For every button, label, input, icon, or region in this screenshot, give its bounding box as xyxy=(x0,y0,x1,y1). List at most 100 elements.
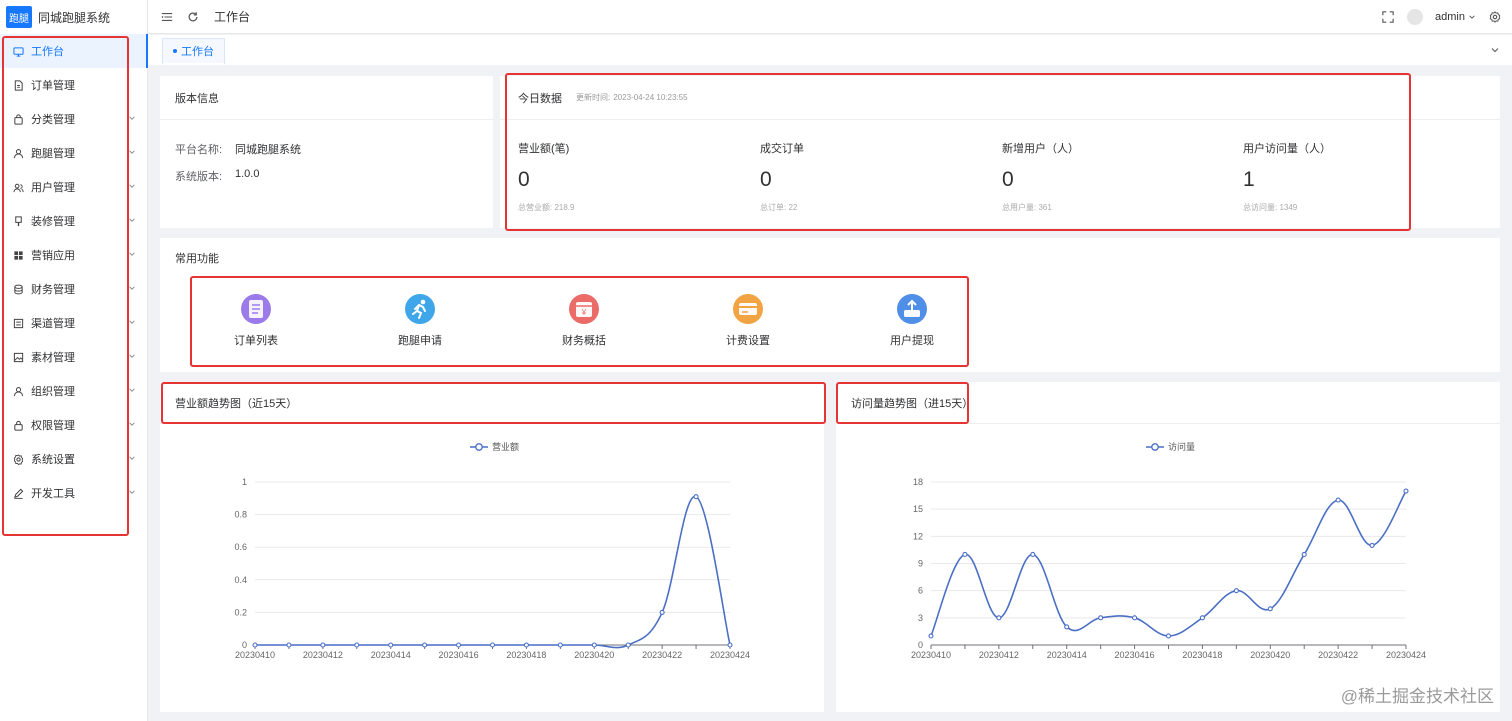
sidebar-item[interactable]: 系统设置 xyxy=(0,442,148,476)
sidebar-item[interactable]: 开发工具 xyxy=(0,476,148,510)
y-tick-label: 12 xyxy=(913,531,923,541)
data-point xyxy=(456,642,462,648)
data-point xyxy=(1030,551,1036,557)
pen-icon xyxy=(12,487,24,499)
sidebar-item[interactable]: 渠道管理 xyxy=(0,306,148,340)
stat-value: 0 xyxy=(760,168,772,191)
data-point xyxy=(659,609,665,615)
visits-line-chart: 0 3 6 9 12 15 18 20230410 20230412 20230414 202304… xyxy=(911,477,1426,660)
sidebar-item[interactable]: 订单管理 xyxy=(0,68,148,102)
stat-item: 新增用户（人） 0 总用户量: 361 xyxy=(1002,140,1079,213)
function-item[interactable]: 用户提现 xyxy=(872,294,952,348)
bag-icon xyxy=(12,113,24,125)
sidebar-item[interactable]: 跑腿管理 xyxy=(0,136,148,170)
data-point xyxy=(1335,497,1341,503)
data-point xyxy=(962,551,968,557)
stat-label: 营业额(笔) xyxy=(518,143,570,155)
yuan-calendar-icon: ¥ xyxy=(569,294,599,324)
y-tick-label: 18 xyxy=(913,477,923,487)
watermark: @稀土掘金技术社区 xyxy=(1340,687,1494,706)
stat-total: 总订单: 22 xyxy=(760,203,798,212)
grid-icon xyxy=(12,249,24,261)
sidebar-item-label: 开发工具 xyxy=(31,488,75,500)
x-tick-label: 20230412 xyxy=(303,650,343,660)
sidebar-item[interactable]: 分类管理 xyxy=(0,102,148,136)
function-item[interactable]: 订单列表 xyxy=(216,294,296,348)
stat-item: 成交订单 0 总订单: 22 xyxy=(760,140,804,213)
stat-label: 用户访问量（人） xyxy=(1243,143,1331,155)
sidebar-item[interactable]: 用户管理 xyxy=(0,170,148,204)
revenue-legend[interactable]: 营业额 xyxy=(470,440,519,453)
version-label: 系统版本: xyxy=(175,171,223,183)
data-point xyxy=(1267,606,1273,612)
sidebar-item-label: 订单管理 xyxy=(31,80,75,92)
y-tick-label: 0.6 xyxy=(234,542,247,552)
sidebar-item[interactable]: 工作台 xyxy=(0,34,148,68)
function-label: 财务概括 xyxy=(562,335,606,347)
data-point xyxy=(523,642,529,648)
sidebar-item-label: 跑腿管理 xyxy=(31,148,75,160)
refresh-icon[interactable] xyxy=(186,10,200,24)
runner-icon xyxy=(405,294,435,324)
sidebar-item[interactable]: 财务管理 xyxy=(0,272,148,306)
lock-icon xyxy=(12,419,24,431)
data-point xyxy=(252,642,258,648)
sidebar-item[interactable]: 权限管理 xyxy=(0,408,148,442)
updated-time: 2023-04-24 10:23:55 xyxy=(613,93,688,102)
chevron-down-icon xyxy=(129,320,135,324)
tabs-bar: 工作台 xyxy=(148,35,1512,65)
stat-label: 新增用户（人） xyxy=(1002,143,1079,155)
settings-gear-icon[interactable] xyxy=(1488,10,1502,24)
function-item[interactable]: 计费设置 xyxy=(708,294,788,348)
menu-fold-icon[interactable] xyxy=(160,10,174,24)
data-point xyxy=(1199,615,1205,621)
stat-total: 总用户量: 361 xyxy=(1002,203,1052,212)
visits-legend[interactable]: 访问量 xyxy=(1146,440,1195,453)
sidebar-item-label: 权限管理 xyxy=(31,420,75,432)
user-menu[interactable]: admin xyxy=(1435,11,1476,23)
tabs-dropdown-icon[interactable] xyxy=(1490,45,1500,55)
y-tick-label: 0 xyxy=(242,640,247,650)
data-point xyxy=(354,642,360,648)
tab-dashboard[interactable]: 工作台 xyxy=(162,38,225,65)
sidebar-item[interactable]: 组织管理 xyxy=(0,374,148,408)
chevron-down-icon xyxy=(129,354,135,358)
sidebar-item[interactable]: 营销应用 xyxy=(0,238,148,272)
y-tick-label: 0 xyxy=(918,640,923,650)
chevron-down-icon xyxy=(129,422,135,426)
function-item[interactable]: 跑腿申请 xyxy=(380,294,460,348)
x-tick-label: 20230418 xyxy=(506,650,546,660)
channel-icon xyxy=(12,317,24,329)
revenue-line-chart: 0 0.2 0.4 0.6 0.8 1 20230410 20230412 20230414 20… xyxy=(234,477,750,660)
y-tick-label: 9 xyxy=(918,559,923,569)
y-tick-label: 0.8 xyxy=(234,510,247,520)
chevron-down-icon xyxy=(129,218,135,222)
data-point xyxy=(693,494,699,500)
upload-icon xyxy=(897,294,927,324)
updated-label: 更新时间: xyxy=(576,93,611,102)
data-point xyxy=(1369,542,1375,548)
sidebar-item-label: 组织管理 xyxy=(31,386,75,398)
x-tick-label: 20230414 xyxy=(1047,650,1087,660)
data-point xyxy=(489,642,496,648)
sidebar-item[interactable]: 装修管理 xyxy=(0,204,148,238)
logo[interactable]: 跑腿 同城跑腿系统 xyxy=(0,0,147,34)
platform-value: 同城跑腿系统 xyxy=(235,144,301,156)
today-card-header: 今日数据 更新时间: 2023-04-24 10:23:55 xyxy=(500,76,1500,120)
sidebar-menu: 工作台订单管理分类管理跑腿管理用户管理 装修管理 营销应用 财务管理 渠道管理 素材管理组… xyxy=(0,34,148,510)
user-name: admin xyxy=(1435,11,1465,23)
stat-value: 0 xyxy=(1002,168,1014,191)
legend-line-marker-icon xyxy=(1146,442,1164,451)
chevron-down-icon xyxy=(129,184,135,188)
logo-badge: 跑腿 xyxy=(6,6,32,28)
sidebar-item[interactable]: 素材管理 xyxy=(0,340,148,374)
chevron-down-icon xyxy=(129,150,135,154)
monitor-icon xyxy=(12,45,24,57)
function-item[interactable]: ¥ 财务概括 xyxy=(544,294,624,348)
x-tick-label: 20230414 xyxy=(371,650,411,660)
y-tick-label: 6 xyxy=(918,586,923,596)
image-icon xyxy=(12,351,24,363)
function-label: 计费设置 xyxy=(726,335,770,347)
fullscreen-icon[interactable] xyxy=(1381,10,1395,24)
avatar[interactable] xyxy=(1407,9,1424,25)
